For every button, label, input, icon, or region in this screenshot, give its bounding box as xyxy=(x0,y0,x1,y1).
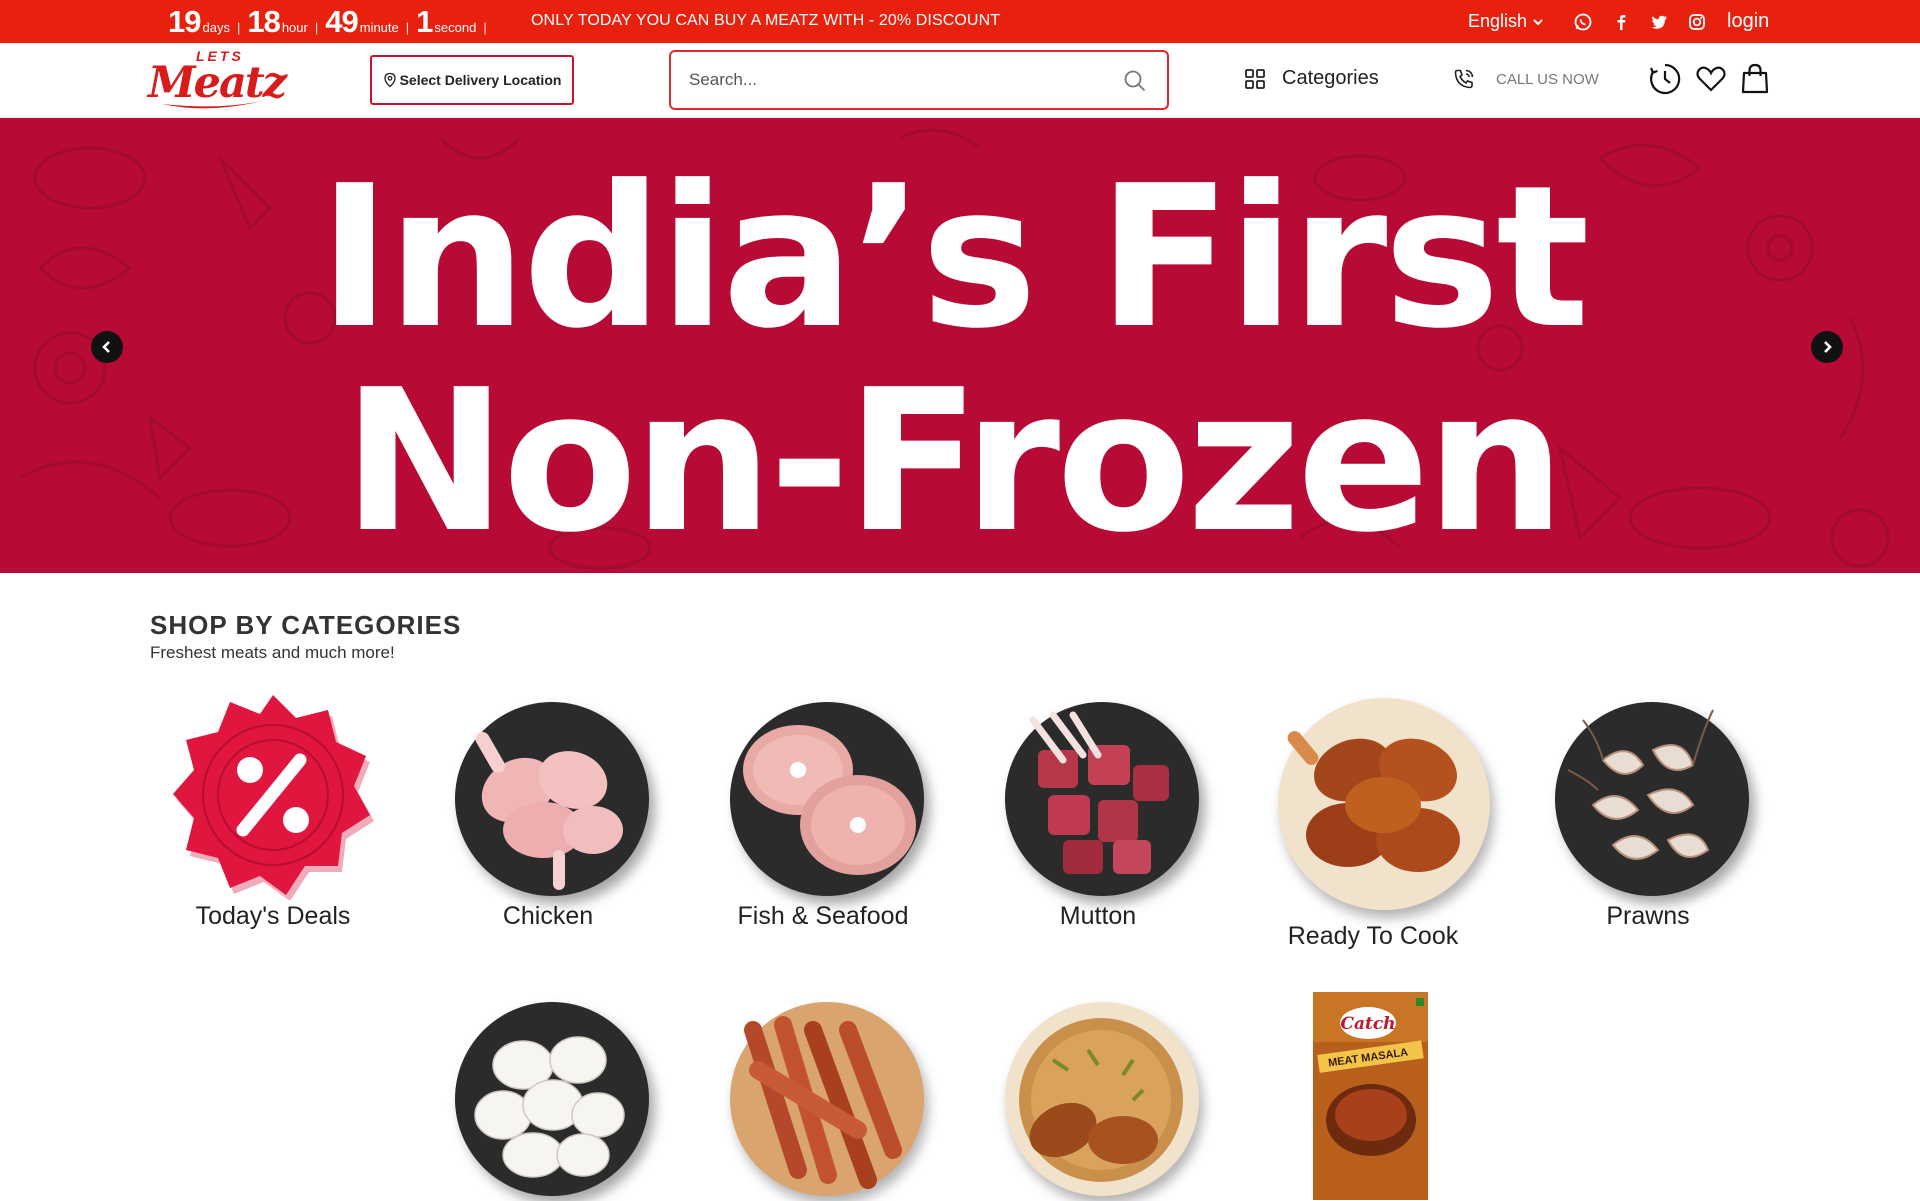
chevron-left-icon xyxy=(102,341,110,353)
category-image xyxy=(993,690,1203,900)
login-link[interactable]: login xyxy=(1727,10,1769,33)
banner-headline-line1: India’s First xyxy=(318,144,1590,372)
category-image xyxy=(443,990,653,1200)
category-label: Ready To Cook xyxy=(1287,922,1459,950)
category-chicken[interactable]: Chicken xyxy=(428,690,668,931)
history-icon[interactable] xyxy=(1648,62,1682,96)
hero-banner: India’s First Non-Frozen xyxy=(0,118,1920,573)
countdown-days-unit: days xyxy=(202,20,230,35)
countdown-separator: | xyxy=(314,20,319,35)
logo[interactable]: LETS Meatz xyxy=(148,46,287,116)
eggs-icon xyxy=(474,1036,625,1178)
chicken-icon xyxy=(475,732,623,890)
phone-icon xyxy=(1454,69,1474,89)
instagram-icon[interactable] xyxy=(1686,11,1708,33)
search-box xyxy=(669,50,1169,110)
category-image xyxy=(718,690,928,900)
category-label: Fish & Seafood xyxy=(737,902,909,930)
section-title: SHOP BY CATEGORIES xyxy=(150,610,462,640)
search-input[interactable] xyxy=(689,66,1109,94)
category-image: Catch MEAT MASALA xyxy=(1268,990,1478,1200)
bag-icon[interactable] xyxy=(1738,62,1772,96)
call-us-label: CALL US NOW xyxy=(1496,70,1599,88)
chevron-down-icon xyxy=(1533,18,1543,25)
promo-text: ONLY TODAY YOU CAN BUY A MEATZ WITH - 20… xyxy=(531,12,1001,29)
category-sausages[interactable] xyxy=(703,990,943,1201)
category-prawns[interactable]: Prawns xyxy=(1528,690,1768,931)
categories-label: Categories xyxy=(1282,67,1379,89)
twitter-icon[interactable] xyxy=(1648,11,1670,33)
fish-icon xyxy=(743,725,916,875)
countdown-separator: | xyxy=(236,20,241,35)
countdown-seconds-value: 1 xyxy=(416,4,433,39)
carousel-prev-button[interactable] xyxy=(91,331,123,363)
category-label: Chicken xyxy=(502,902,594,930)
category-image xyxy=(718,990,928,1200)
countdown-hours-value: 18 xyxy=(247,4,280,39)
language-label: English xyxy=(1468,11,1528,31)
countdown-separator: | xyxy=(405,20,410,35)
countdown-timer: 19 days | 18 hour | 49 minute | 1 second… xyxy=(168,4,494,39)
category-image xyxy=(1543,690,1753,900)
prawns-icon xyxy=(1567,709,1714,860)
whatsapp-icon[interactable] xyxy=(1572,11,1594,33)
masala-brand: Catch xyxy=(1340,1014,1395,1034)
category-fish-seafood[interactable]: Fish & Seafood xyxy=(703,690,943,931)
sausage-icon xyxy=(744,1016,902,1189)
mutton-icon xyxy=(1029,711,1169,874)
countdown-days-value: 19 xyxy=(168,4,201,39)
category-todays-deals[interactable]: Today's Deals xyxy=(153,690,393,931)
countdown-minutes-value: 49 xyxy=(325,4,358,39)
facebook-icon[interactable] xyxy=(1610,11,1632,33)
map-pin-icon xyxy=(383,72,396,88)
call-us-link[interactable]: CALL US NOW xyxy=(1452,67,1599,91)
category-image xyxy=(1268,690,1490,920)
logo-swoosh-icon xyxy=(162,101,262,109)
chevron-right-icon xyxy=(1824,341,1832,353)
grid-icon xyxy=(1245,68,1265,89)
promo-bar: 19 days | 18 hour | 49 minute | 1 second… xyxy=(0,0,1920,43)
delivery-location-label: Select Delivery Location xyxy=(399,72,562,88)
category-label: Prawns xyxy=(1606,902,1690,930)
delivery-location-button[interactable]: Select Delivery Location xyxy=(370,55,574,105)
heart-icon[interactable] xyxy=(1694,62,1728,96)
banner-headline-line2: Non-Frozen xyxy=(342,348,1566,573)
carousel-next-button[interactable] xyxy=(1811,331,1843,363)
category-ready-to-cook[interactable]: Ready To Cook xyxy=(1253,690,1493,951)
section-subtitle: Freshest meats and much more! xyxy=(150,643,395,662)
ready-to-cook-icon xyxy=(1287,731,1460,872)
discount-badge-icon xyxy=(173,695,374,901)
category-biryani[interactable] xyxy=(978,990,1218,1201)
search-icon[interactable] xyxy=(1123,69,1147,93)
category-image xyxy=(168,690,378,901)
countdown-hours-unit: hour xyxy=(281,20,308,35)
category-masala[interactable]: Catch MEAT MASALA xyxy=(1253,990,1493,1201)
category-image xyxy=(443,690,653,900)
category-eggs[interactable] xyxy=(428,990,668,1201)
language-selector[interactable]: English xyxy=(1468,11,1544,32)
category-label: Today's Deals xyxy=(195,902,351,930)
category-image xyxy=(993,990,1203,1200)
countdown-seconds-unit: second xyxy=(434,20,477,35)
biryani-icon xyxy=(1019,1018,1183,1182)
masala-pack-icon: Catch MEAT MASALA xyxy=(1313,992,1428,1200)
countdown-separator: | xyxy=(483,20,487,35)
category-mutton[interactable]: Mutton xyxy=(978,690,1218,931)
category-label: Mutton xyxy=(1059,902,1137,930)
countdown-minutes-unit: minute xyxy=(359,20,399,35)
categories-menu-button[interactable]: Categories xyxy=(1244,67,1379,90)
site-header: LETS Meatz Select Delivery Location Cate… xyxy=(0,43,1920,118)
